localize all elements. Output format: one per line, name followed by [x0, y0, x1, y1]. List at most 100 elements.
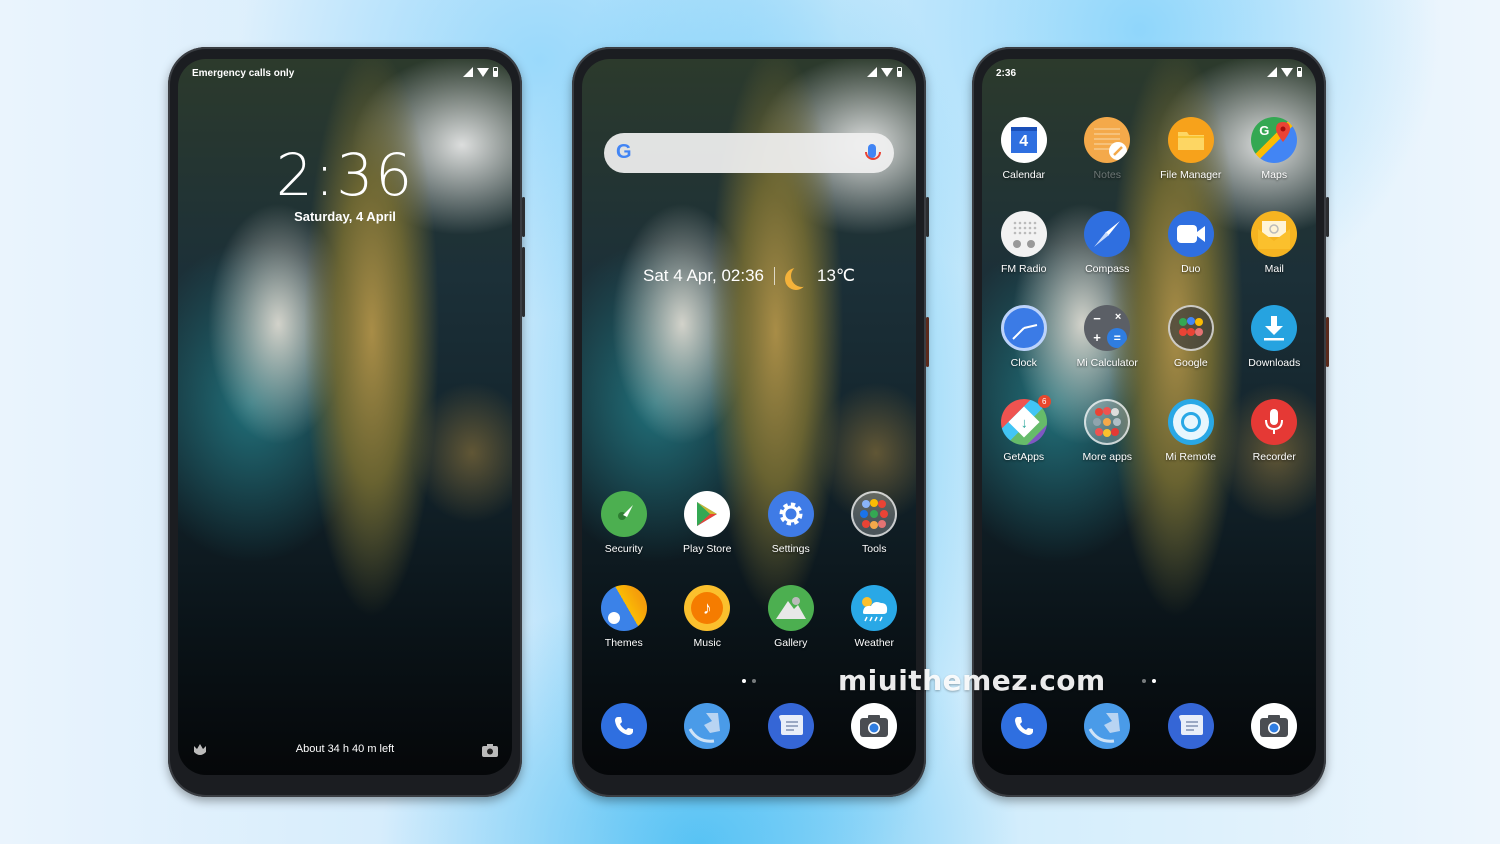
home-app-grid: Security Play Store Settings Tools Theme…	[582, 491, 916, 679]
lock-date: Saturday, 4 April	[294, 209, 396, 224]
power-button	[522, 247, 525, 317]
volume-button	[1326, 197, 1329, 237]
app-grid: 4 Calendar Notes File Manager G Maps FM …	[982, 117, 1316, 493]
google-search-bar[interactable]: G	[604, 133, 894, 173]
phone-lock-screen: Emergency calls only 2:36 Saturday, 4 Ap…	[168, 47, 525, 797]
app-label: Weather	[854, 637, 895, 649]
camera-icon[interactable]	[851, 703, 898, 749]
app-label: Google	[1173, 357, 1208, 369]
app-calendar[interactable]: 4 Calendar	[982, 117, 1066, 211]
camera-icon[interactable]	[1251, 703, 1298, 749]
app-clock[interactable]: Clock	[982, 305, 1066, 399]
browser-globe-icon[interactable]	[1084, 703, 1131, 749]
page-dot[interactable]	[752, 679, 756, 683]
app-maps[interactable]: G Maps	[1233, 117, 1317, 211]
clock-weather-widget[interactable]: Sat 4 Apr, 02:36 13℃	[582, 265, 916, 287]
weather-cloud-icon	[851, 585, 898, 631]
folder-icon	[851, 491, 898, 537]
status-bar: Emergency calls only	[192, 67, 498, 83]
message-icon[interactable]	[1167, 703, 1214, 749]
clock-icon	[1000, 305, 1047, 351]
message-icon[interactable]	[767, 703, 814, 749]
app-notes[interactable]: Notes	[1066, 117, 1150, 211]
gear-icon	[767, 491, 814, 537]
volume-button	[926, 197, 929, 237]
app-label: Tools	[861, 543, 887, 555]
app-play-store[interactable]: Play Store	[666, 491, 750, 585]
app-label: Clock	[1010, 357, 1037, 369]
app-label: Calendar	[1002, 169, 1046, 181]
app-label: Mi Remote	[1165, 451, 1217, 463]
app-label: Recorder	[1252, 451, 1296, 463]
app-security[interactable]: Security	[582, 491, 666, 585]
app-fm-radio[interactable]: FM Radio	[982, 211, 1066, 305]
page-dot[interactable]	[1142, 679, 1146, 683]
app-label: Maps	[1261, 169, 1288, 181]
dock	[582, 703, 916, 749]
wifi-icon	[477, 67, 489, 77]
app-label: Compass	[1085, 263, 1130, 275]
app-downloads[interactable]: Downloads	[1233, 305, 1317, 399]
moon-icon	[791, 265, 813, 287]
camera-icon[interactable]	[482, 744, 498, 757]
browser-globe-icon[interactable]	[684, 703, 731, 749]
signal-icon	[867, 67, 877, 77]
power-button	[926, 317, 929, 367]
status-bar	[596, 67, 902, 83]
app-label: Music	[693, 637, 721, 649]
widget-datetime: Sat 4 Apr, 02:36	[643, 266, 764, 285]
app-mi-remote[interactable]: Mi Remote	[1149, 399, 1233, 493]
calendar-icon: 4	[1000, 117, 1047, 163]
page-dot-active[interactable]	[1152, 679, 1156, 683]
app-label: FM Radio	[1000, 263, 1047, 275]
app-folder-more-apps[interactable]: More apps	[1066, 399, 1150, 493]
app-folder-tools[interactable]: Tools	[833, 491, 917, 585]
microphone-icon[interactable]	[865, 144, 881, 160]
watermark: miuithemez.com	[838, 664, 1106, 697]
battery-icon	[1297, 67, 1302, 77]
calculator-icon: − × + =	[1084, 305, 1131, 351]
remote-icon	[1167, 399, 1214, 445]
security-icon	[600, 491, 647, 537]
music-note-icon: ♪	[684, 585, 731, 631]
power-button	[1326, 317, 1329, 367]
app-mi-calculator[interactable]: − × + = Mi Calculator	[1066, 305, 1150, 399]
lock-screen: Emergency calls only 2:36 Saturday, 4 Ap…	[178, 59, 512, 775]
app-label: Settings	[771, 543, 810, 555]
app-mail[interactable]: Mail	[1233, 211, 1317, 305]
phone-icon[interactable]	[1000, 703, 1047, 749]
app-file-manager[interactable]: File Manager	[1149, 117, 1233, 211]
app-recorder[interactable]: Recorder	[1233, 399, 1317, 493]
page-dot-active[interactable]	[742, 679, 746, 683]
app-label: Play Store	[683, 543, 732, 555]
folder-icon	[1084, 399, 1131, 445]
divider	[773, 267, 775, 285]
app-label: Downloads	[1248, 357, 1301, 369]
dock	[982, 703, 1316, 749]
app-getapps[interactable]: ↓ 6 GetApps	[982, 395, 1066, 493]
app-gallery[interactable]: Gallery	[749, 585, 833, 679]
phone-icon[interactable]	[600, 703, 647, 749]
lock-clock: 2:36	[275, 141, 415, 209]
notification-badge: 6	[1037, 395, 1051, 408]
folder-icon	[1167, 305, 1214, 351]
video-camera-icon	[1167, 211, 1214, 257]
app-label: GetApps	[1003, 451, 1045, 463]
app-music[interactable]: ♪ Music	[666, 585, 750, 679]
signal-icon	[1267, 67, 1277, 77]
carrier-status: Emergency calls only	[192, 68, 295, 79]
wifi-icon	[1281, 67, 1293, 77]
radio-icon	[1000, 211, 1047, 257]
app-folder-google[interactable]: Google	[1149, 305, 1233, 399]
widget-temperature: 13℃	[816, 266, 855, 285]
google-logo-icon: G	[616, 141, 632, 163]
status-time: 2:36	[996, 68, 1017, 79]
mail-icon	[1251, 211, 1298, 257]
app-compass[interactable]: Compass	[1066, 211, 1150, 305]
themes-icon	[600, 585, 647, 631]
mountain-icon	[767, 585, 814, 631]
app-settings[interactable]: Settings	[749, 491, 833, 585]
app-duo[interactable]: Duo	[1149, 211, 1233, 305]
notes-icon	[1084, 117, 1131, 163]
app-themes[interactable]: Themes	[582, 585, 666, 679]
